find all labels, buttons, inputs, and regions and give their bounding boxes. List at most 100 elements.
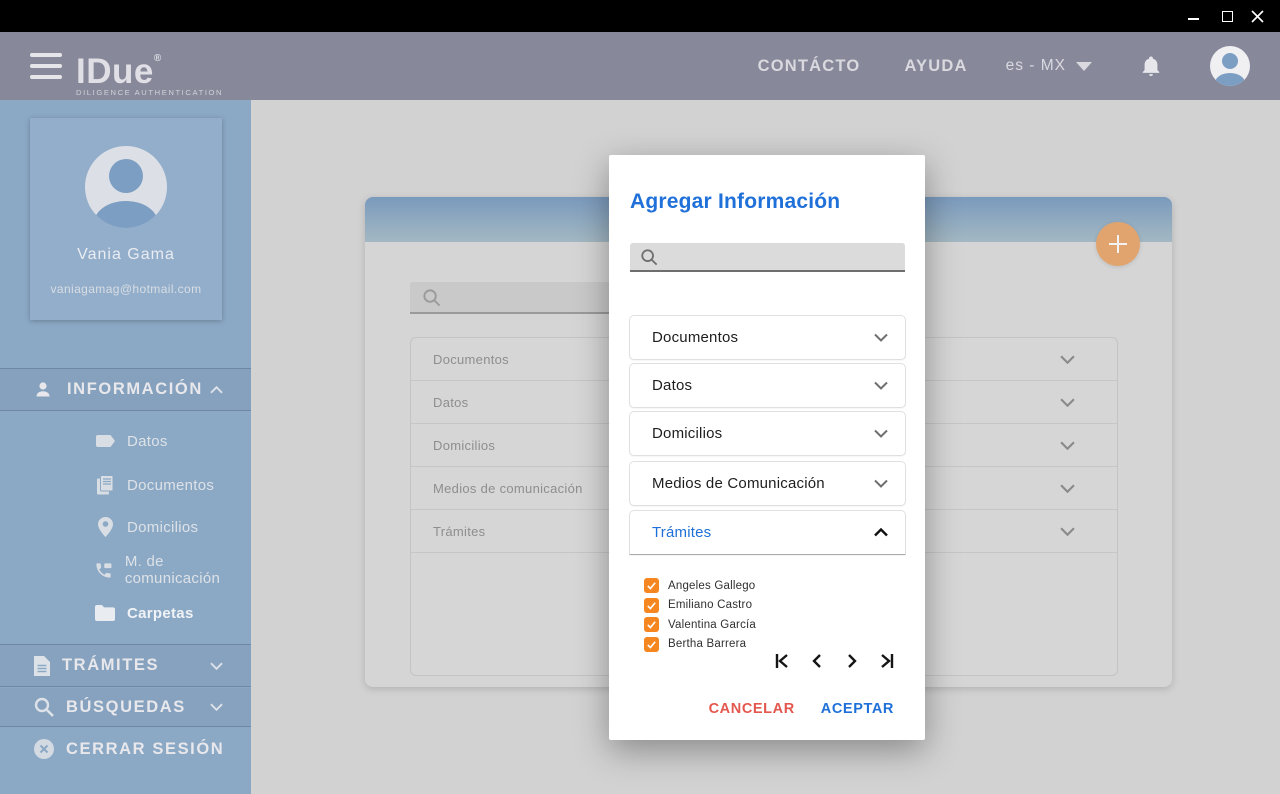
chevron-down-icon	[874, 381, 888, 390]
chevron-up-icon	[874, 528, 888, 537]
sidebar-item-label: Documentos	[127, 477, 214, 494]
accordion-domicilios[interactable]: Domicilios	[629, 411, 906, 456]
modal-search[interactable]	[630, 243, 905, 272]
accordion-label: Trámites	[652, 524, 711, 541]
avatar-torso-icon	[94, 201, 158, 228]
window-minimize-button[interactable]	[1178, 0, 1208, 32]
locale-selector[interactable]: es - MX	[1006, 57, 1092, 75]
accordion-label: Datos	[652, 377, 692, 394]
sidebar-item-label: M. de comunicación	[125, 553, 251, 587]
sidebar-section-label: TRÁMITES	[62, 656, 159, 675]
last-page-icon	[877, 651, 897, 671]
sidebar-item-domicilios[interactable]: Domicilios	[0, 506, 251, 548]
accordion-medios-de-comunicacion[interactable]: Medios de Comunicación	[629, 461, 906, 506]
sidebar: Vania Gama vaniagamag@hotmail.com INFORM…	[0, 100, 251, 794]
minimize-icon	[1188, 18, 1199, 20]
profile-email: vaniagamag@hotmail.com	[30, 282, 222, 296]
checkbox-checked-icon[interactable]	[644, 578, 659, 593]
folder-icon	[93, 605, 117, 621]
nav-contacto-link[interactable]: CONTÁCTO	[758, 57, 861, 76]
agregar-informacion-modal: Agregar Información Documentos Datos Dom…	[609, 155, 925, 740]
previous-page-button[interactable]	[806, 650, 828, 672]
sidebar-item-m-de-comunicacion[interactable]: M. de comunicación	[0, 549, 251, 591]
row-label: Datos	[433, 395, 468, 410]
avatar-torso-icon	[1215, 73, 1245, 86]
logo-text: IDue	[76, 52, 154, 91]
bell-icon	[1140, 54, 1162, 78]
add-button[interactable]	[1096, 222, 1140, 266]
sidebar-item-datos[interactable]: Datos	[0, 420, 251, 462]
row-label: Domicilios	[433, 438, 495, 453]
chevron-down-icon	[210, 662, 223, 670]
avatar-head-icon	[1222, 53, 1238, 69]
pagination	[771, 650, 898, 672]
last-page-button[interactable]	[876, 650, 898, 672]
sidebar-section-informacion[interactable]: INFORMACIÓN	[0, 368, 251, 411]
logout-label: CERRAR SESIÓN	[66, 740, 224, 759]
chevron-down-icon	[1060, 527, 1075, 536]
search-icon	[640, 248, 658, 266]
sidebar-item-label: Datos	[127, 433, 168, 450]
user-avatar[interactable]	[1210, 46, 1250, 86]
sidebar-item-label: Carpetas	[127, 605, 194, 622]
search-icon	[422, 288, 441, 307]
row-label: Medios de comunicación	[433, 481, 583, 496]
nav-ayuda-link[interactable]: AYUDA	[904, 57, 967, 76]
chevron-up-icon	[210, 386, 223, 394]
checkbox-label: Emiliano Castro	[668, 599, 752, 611]
registered-mark: ®	[154, 53, 162, 64]
checkbox-row[interactable]: Valentina García	[644, 615, 756, 635]
modal-search-input[interactable]	[667, 249, 895, 265]
document-icon	[34, 656, 50, 676]
sidebar-item-documentos[interactable]: Documentos	[0, 464, 251, 506]
sidebar-section-tramites[interactable]: TRÁMITES	[0, 644, 251, 687]
checkbox-label: Bertha Barrera	[668, 638, 746, 650]
sidebar-item-carpetas[interactable]: Carpetas	[0, 592, 251, 634]
profile-card: Vania Gama vaniagamag@hotmail.com	[30, 118, 222, 320]
profile-avatar	[85, 146, 167, 228]
menu-hamburger-icon[interactable]	[30, 53, 62, 79]
documents-icon	[93, 475, 117, 495]
chevron-down-icon	[1060, 355, 1075, 364]
chevron-right-icon	[842, 651, 862, 671]
logo-subtitle: DILIGENCE AUTHENTICATION	[76, 88, 223, 97]
checkbox-row[interactable]: Emiliano Castro	[644, 596, 756, 616]
close-circle-icon	[34, 739, 54, 759]
window-maximize-button[interactable]	[1212, 0, 1242, 32]
accordion-tramites[interactable]: Trámites	[629, 510, 906, 555]
window-titlebar	[0, 0, 1280, 32]
accept-button[interactable]: ACEPTAR	[821, 701, 894, 717]
modal-footer: CANCELAR ACEPTAR	[709, 701, 894, 717]
next-page-button[interactable]	[841, 650, 863, 672]
accordion-datos[interactable]: Datos	[629, 363, 906, 408]
row-label: Documentos	[433, 352, 509, 367]
modal-title: Agregar Información	[630, 190, 840, 214]
accordion-label: Medios de Comunicación	[652, 475, 825, 492]
first-page-button[interactable]	[771, 650, 793, 672]
chevron-down-icon	[1060, 484, 1075, 493]
chevron-down-icon	[1060, 398, 1075, 407]
checkbox-checked-icon[interactable]	[644, 637, 659, 652]
screen: IDue® DILIGENCE AUTHENTICATION CONTÁCTO …	[0, 0, 1280, 794]
location-pin-icon	[93, 517, 117, 537]
window-close-button[interactable]	[1242, 0, 1272, 32]
chevron-down-icon	[1060, 441, 1075, 450]
checkbox-row[interactable]: Angeles Gallego	[644, 576, 756, 596]
accordion-label: Domicilios	[652, 425, 722, 442]
checkbox-row[interactable]: Bertha Barrera	[644, 635, 756, 655]
sidebar-section-label: INFORMACIÓN	[67, 380, 203, 399]
first-page-icon	[772, 651, 792, 671]
sidebar-logout[interactable]: CERRAR SESIÓN	[0, 728, 251, 770]
chevron-down-icon	[874, 333, 888, 342]
appbar-nav: CONTÁCTO AYUDA es - MX	[758, 32, 1250, 100]
maximize-icon	[1222, 11, 1233, 22]
checkbox-checked-icon[interactable]	[644, 617, 659, 632]
sidebar-section-label: BÚSQUEDAS	[66, 698, 186, 717]
app-logo: IDue® DILIGENCE AUTHENTICATION	[76, 40, 223, 97]
checkbox-checked-icon[interactable]	[644, 598, 659, 613]
sidebar-section-busquedas[interactable]: BÚSQUEDAS	[0, 688, 251, 727]
chevron-down-icon	[874, 479, 888, 488]
cancel-button[interactable]: CANCELAR	[709, 701, 795, 717]
accordion-documentos[interactable]: Documentos	[629, 315, 906, 360]
notifications-button[interactable]	[1140, 54, 1162, 78]
